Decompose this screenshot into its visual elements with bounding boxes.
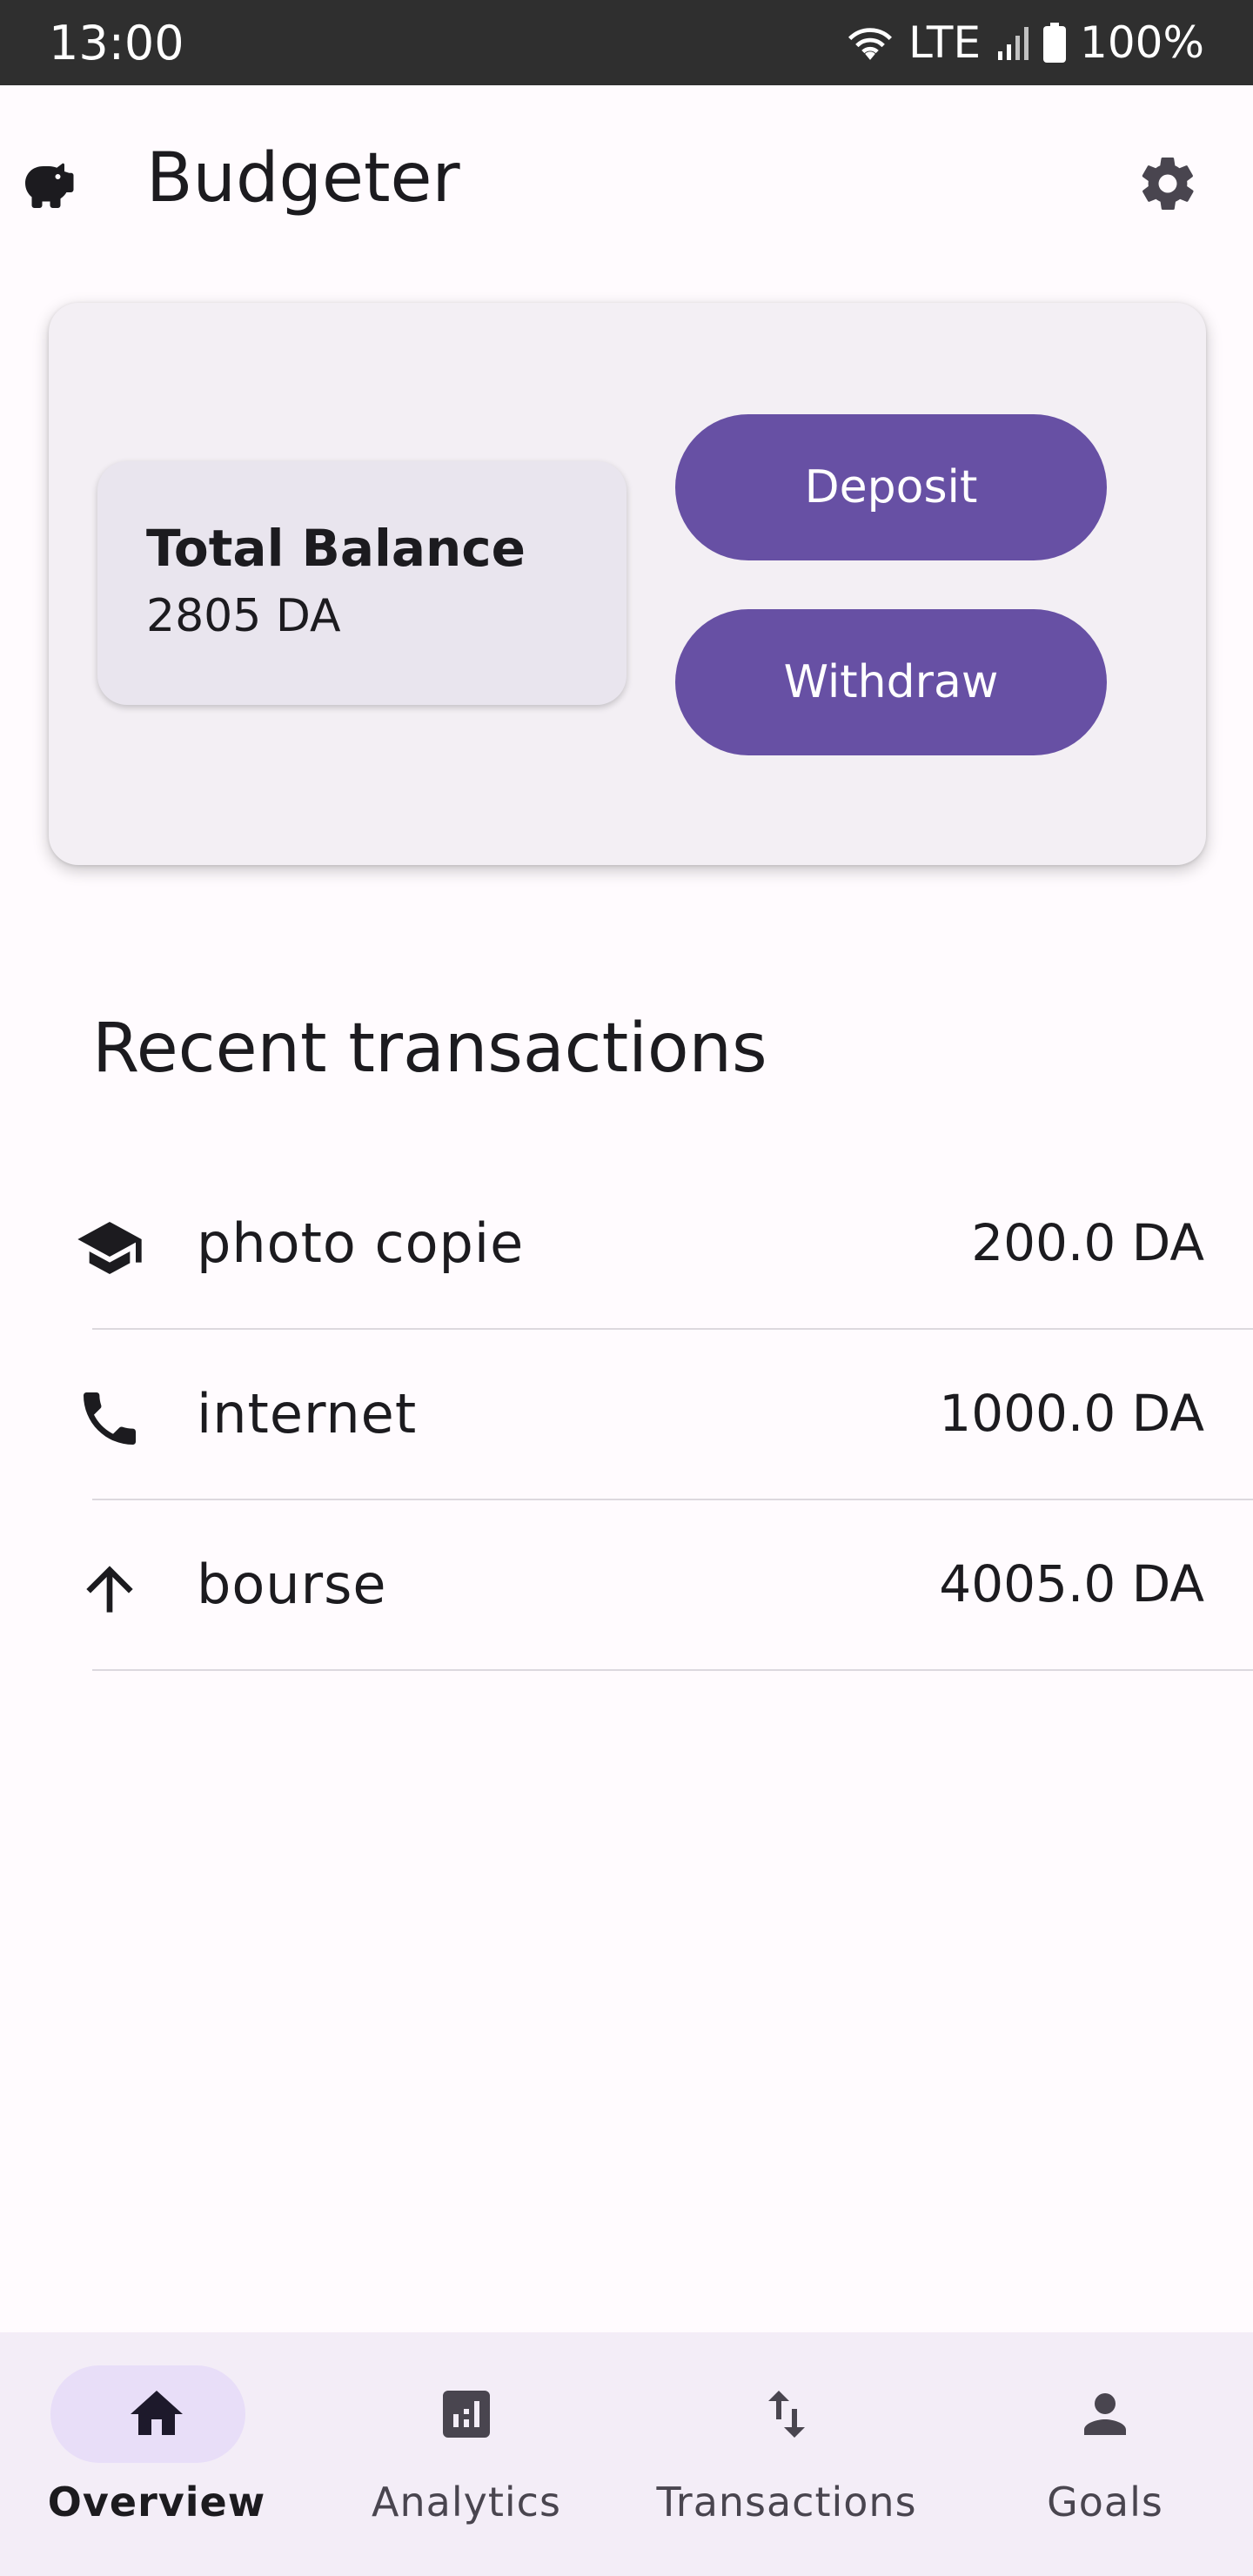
transaction-row[interactable]: bourse 4005.0 DA	[0, 1500, 1253, 1671]
graduation-cap-icon	[75, 1213, 144, 1283]
wifi-icon	[846, 22, 895, 64]
transaction-amount: 4005.0 DA	[939, 1554, 1204, 1613]
nav-item-analytics[interactable]: Analytics	[310, 2332, 623, 2576]
app-title: Budgeter	[146, 139, 460, 218]
home-icon	[125, 2383, 188, 2445]
analytics-icon	[435, 2383, 498, 2445]
status-bar: 13:00 LTE 100%	[0, 0, 1253, 85]
divider	[92, 1669, 1253, 1671]
transaction-name: bourse	[197, 1553, 387, 1616]
total-balance-panel: Total Balance 2805 DA	[97, 461, 626, 705]
battery-icon	[1043, 23, 1067, 63]
transaction-amount: 200.0 DA	[971, 1213, 1204, 1272]
total-balance-value: 2805 DA	[146, 590, 341, 642]
arrow-up-icon	[75, 1554, 144, 1624]
network-type: LTE	[908, 17, 982, 68]
gear-icon	[1136, 152, 1199, 219]
transaction-amount: 1000.0 DA	[939, 1384, 1204, 1443]
bottom-navigation: Overview Analytics Transactions Goals	[0, 2332, 1253, 2576]
balance-card: Total Balance 2805 DA Deposit Withdraw	[49, 303, 1206, 865]
app-bar: Budgeter	[0, 85, 1253, 278]
recent-transactions-title: Recent transactions	[92, 1010, 767, 1088]
phone-icon	[75, 1384, 144, 1453]
transaction-row[interactable]: photo copie 200.0 DA	[0, 1159, 1253, 1330]
piggy-bank-icon	[17, 151, 80, 213]
withdraw-button[interactable]: Withdraw	[675, 609, 1107, 755]
swap-vertical-icon	[755, 2383, 818, 2445]
nav-label: Goals	[1047, 2479, 1163, 2526]
transaction-name: photo copie	[197, 1211, 525, 1275]
nav-label: Analytics	[372, 2479, 561, 2526]
transaction-name: internet	[197, 1382, 418, 1446]
deposit-button[interactable]: Deposit	[675, 414, 1107, 560]
nav-item-transactions[interactable]: Transactions	[630, 2332, 943, 2576]
settings-button[interactable]	[1133, 151, 1203, 220]
status-time: 13:00	[49, 15, 184, 70]
signal-icon	[995, 23, 1029, 62]
nav-label: Transactions	[656, 2479, 917, 2526]
nav-item-overview[interactable]: Overview	[0, 2332, 313, 2576]
transaction-list: photo copie 200.0 DA internet 1000.0 DA …	[0, 1159, 1253, 1671]
person-icon	[1074, 2383, 1136, 2445]
nav-label: Overview	[47, 2479, 266, 2526]
total-balance-label: Total Balance	[146, 519, 526, 578]
status-indicators: LTE 100%	[846, 17, 1204, 68]
nav-item-goals[interactable]: Goals	[948, 2332, 1253, 2576]
transaction-row[interactable]: internet 1000.0 DA	[0, 1330, 1253, 1500]
battery-level: 100%	[1080, 17, 1204, 68]
